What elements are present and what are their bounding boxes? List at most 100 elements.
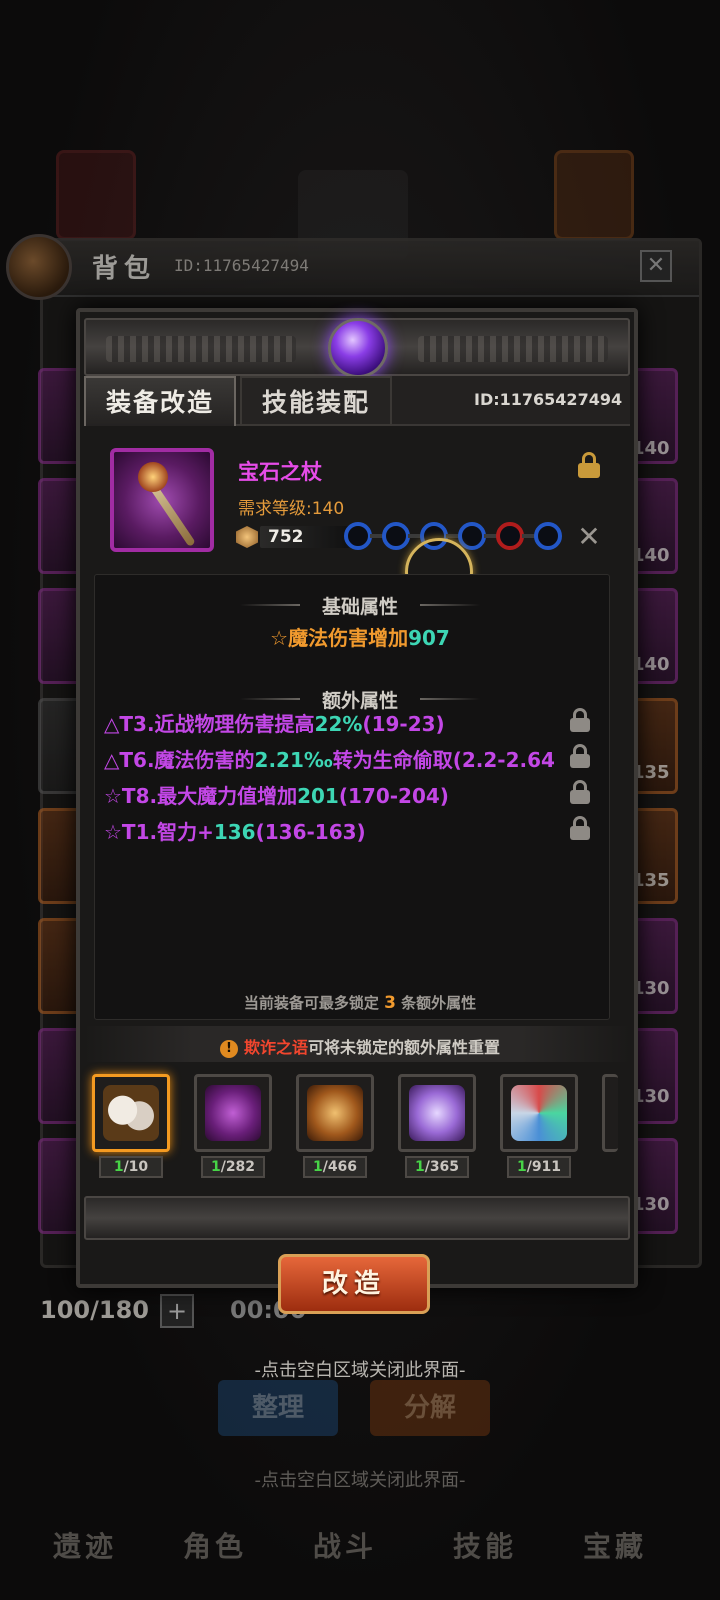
equipment-slot-icon	[554, 150, 634, 240]
staff-icon[interactable]	[110, 448, 214, 552]
material-have: 1	[516, 1159, 527, 1175]
close-hint[interactable]: -点击空白区域关闭此界面-	[0, 1356, 720, 1382]
tab-skill-setup[interactable]: 技能装配	[240, 376, 392, 426]
extra-attr-value: 201	[297, 784, 339, 808]
base-attr-title: 基础属性	[321, 596, 398, 618]
extra-attr-range: (170-204)	[338, 784, 449, 808]
extra-attribute-row: △T6.魔法伤害的2.21‰转为生命偷取(2.2-2.64	[104, 744, 570, 773]
purple-orb-icon	[328, 318, 388, 378]
material-have: 1	[210, 1159, 221, 1175]
lock-note-before: 当前装备可最多锁定	[243, 994, 379, 1012]
extra-attr-suffix: 转为生命偷取	[332, 748, 453, 772]
extra-attr-value: 22%	[314, 712, 363, 736]
attr-lock-icon[interactable]	[570, 744, 590, 768]
gem-ore-icon	[511, 1085, 567, 1141]
bag-close-button[interactable]: ✕	[640, 250, 672, 282]
material-total: /10	[123, 1159, 149, 1175]
lock-body	[570, 826, 590, 840]
material-slot-mask[interactable]	[92, 1074, 170, 1152]
material-name: 欺诈之语	[243, 1038, 308, 1057]
extra-attr-range: (136-163)	[255, 820, 366, 844]
material-slot[interactable]	[296, 1074, 374, 1152]
material-have: 1	[312, 1159, 323, 1175]
expand-bag-button[interactable]: +	[160, 1294, 194, 1328]
lock-body	[570, 718, 590, 732]
bronze-orb-icon	[307, 1085, 363, 1141]
material-count: 1/282	[201, 1156, 265, 1178]
material-count: 1/911	[507, 1156, 571, 1178]
lock-body	[570, 754, 590, 768]
crossed-swords-icon[interactable]: ✕	[574, 522, 604, 552]
material-have: 1	[113, 1159, 124, 1175]
base-attr-value: 907	[408, 626, 450, 650]
material-slot-partial[interactable]	[602, 1074, 618, 1152]
top-equipment-row	[0, 150, 720, 260]
divider-line	[420, 698, 480, 700]
item-name: 宝石之杖	[238, 460, 322, 484]
socket-blue[interactable]	[458, 522, 486, 550]
base-attribute: ☆魔法伤害增加907	[0, 622, 720, 651]
staff-head	[138, 462, 168, 492]
attr-lock-icon[interactable]	[570, 708, 590, 732]
crystal-ore-icon	[409, 1085, 465, 1141]
dialog-bottom-frame	[84, 1196, 630, 1240]
nav-character[interactable]: 角色	[160, 1525, 270, 1565]
bag-player-id: ID:11765427494	[174, 256, 309, 275]
attr-lock-icon[interactable]	[570, 780, 590, 804]
nav-battle[interactable]: 战斗	[290, 1525, 400, 1565]
extra-attr-range: (19-23)	[362, 712, 445, 736]
ornament-left	[106, 336, 296, 362]
divider-line	[420, 604, 480, 606]
sort-button[interactable]: 整理	[218, 1380, 338, 1436]
extra-attr-value: 2.21‰	[254, 748, 333, 772]
mask-icon	[103, 1085, 159, 1141]
ornament-right	[418, 336, 608, 362]
socket-blue[interactable]	[534, 522, 562, 550]
extra-attr-label: △T6.魔法伤害的	[104, 748, 255, 772]
forge-button[interactable]: 改造	[278, 1254, 430, 1314]
extra-attribute-row: △T3.近战物理伤害提高22%(19-23)	[104, 708, 445, 737]
item-power: 752	[268, 527, 304, 547]
material-hint-text: 可将未锁定的额外属性重置	[308, 1038, 501, 1057]
material-count: 1/365	[405, 1156, 469, 1178]
extra-attribute-row: ☆T1.智力+136(136-163)	[104, 816, 366, 845]
lock-body	[578, 463, 600, 478]
lock-note-after: 条额外属性	[401, 994, 477, 1012]
extra-attr-label: ☆T8.最大魔力值增加	[104, 784, 298, 808]
extra-attr-value: 136	[213, 820, 256, 844]
bag-capacity: 100/180	[40, 1296, 149, 1324]
material-slot[interactable]	[500, 1074, 578, 1152]
item-lock-icon[interactable]	[578, 452, 600, 478]
material-slot[interactable]	[398, 1074, 476, 1152]
socket-blue[interactable]	[382, 522, 410, 550]
lock-note-number: 3	[384, 993, 396, 1013]
extra-attr-label: △T3.近战物理伤害提高	[104, 712, 315, 736]
item-requirement: 需求等级:140	[238, 499, 345, 519]
socket-blue[interactable]	[344, 522, 372, 550]
material-count: 1/10	[99, 1156, 163, 1178]
tab-equipment-forge[interactable]: 装备改造	[84, 376, 236, 426]
attr-lock-icon[interactable]	[570, 816, 590, 840]
nav-relics[interactable]: 遗迹	[30, 1525, 140, 1565]
material-count: 1/466	[303, 1156, 367, 1178]
lock-body	[570, 790, 590, 804]
material-total: /282	[220, 1159, 256, 1175]
bag-title: 背包	[92, 254, 157, 284]
material-have: 1	[414, 1159, 425, 1175]
dialog-player-id: ID:11765427494	[474, 390, 623, 409]
nav-skills[interactable]: 技能	[430, 1525, 540, 1565]
bag-orb-icon[interactable]	[6, 234, 72, 300]
extra-attribute-row: ☆T8.最大魔力值增加201(170-204)	[104, 780, 449, 809]
base-attr-label: ☆魔法伤害增加	[270, 626, 409, 650]
purple-ore-icon	[205, 1085, 261, 1141]
socket-red[interactable]	[496, 522, 524, 550]
material-total: /365	[424, 1159, 460, 1175]
extra-attr-range: (2.2-2.64	[452, 748, 555, 772]
equipment-slot-icon	[56, 150, 136, 240]
decompose-button[interactable]: 分解	[370, 1380, 490, 1436]
warning-icon: !	[219, 1039, 238, 1058]
lock-limit-note: 当前装备可最多锁定 3 条额外属性	[0, 992, 720, 1013]
nav-treasure[interactable]: 宝藏	[560, 1525, 670, 1565]
material-slot[interactable]	[194, 1074, 272, 1152]
extra-attr-label: ☆T1.智力+	[104, 820, 214, 844]
